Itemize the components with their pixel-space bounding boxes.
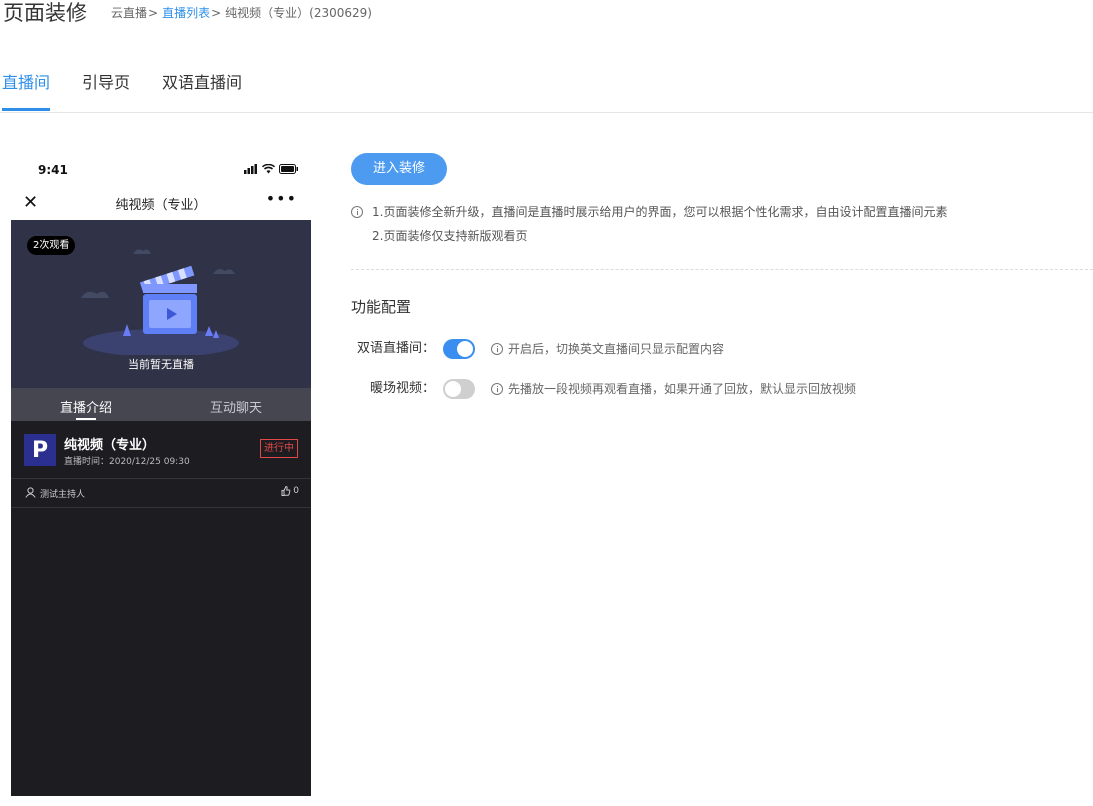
host-row: 测试主持人 0 — [11, 479, 311, 508]
enter-decoration-button[interactable]: 进入装修 — [351, 153, 447, 185]
battery-icon — [279, 164, 298, 174]
config-hint-text: 开启后，切换英文直播间只显示配置内容 — [508, 342, 725, 356]
signal-icon — [244, 164, 257, 174]
phone-tab-intro[interactable]: 直播介绍 — [60, 397, 112, 416]
bilingual-toggle[interactable] — [443, 339, 475, 359]
breadcrumb-item-cloud-live[interactable]: 云直播 — [111, 0, 147, 26]
phone-preview: 9:41 ✕ 纯视频（专业） ••• 2次观看 当前暂无直播 直播介绍 互动聊天… — [11, 153, 311, 796]
info-icon — [491, 343, 503, 355]
breadcrumb-item-current: 纯视频（专业）(2300629) — [225, 6, 372, 20]
wifi-icon — [262, 164, 275, 174]
info-icon — [491, 383, 503, 395]
video-player[interactable]: 2次观看 当前暂无直播 — [11, 220, 311, 388]
toggle-knob — [457, 341, 473, 357]
user-icon — [25, 487, 36, 498]
info-icon — [351, 206, 363, 218]
thumbs-up-icon[interactable] — [281, 486, 291, 496]
tab-guide-page[interactable]: 引导页 — [82, 72, 130, 94]
page-header: 页面装修 云直播 > 直播列表 > 纯视频（专业）(2300629) — [3, 0, 372, 30]
tab-bilingual-live-room[interactable]: 双语直播间 — [162, 72, 242, 94]
view-count-badge: 2次观看 — [27, 236, 76, 255]
live-name: 纯视频（专业） — [64, 438, 156, 453]
live-info-card: P 纯视频（专业） 直播时间：2020/12/25 09:30 进行中 — [11, 421, 311, 479]
more-icon[interactable]: ••• — [266, 189, 297, 208]
breadcrumb-separator: > — [148, 6, 159, 20]
breadcrumb: 云直播 > 直播列表 > 纯视频（专业）(2300629) — [111, 0, 372, 26]
section-divider — [351, 269, 1093, 270]
no-live-message: 当前暂无直播 — [128, 358, 194, 371]
config-hint-text: 先播放一段视频再观看直播，如果开通了回放，默认显示回放视频 — [508, 382, 857, 396]
config-hint-warmup-video: 先播放一段视频再观看直播，如果开通了回放，默认显示回放视频 — [491, 378, 856, 400]
breadcrumb-separator: > — [211, 6, 222, 20]
phone-status-bar: 9:41 — [11, 153, 311, 186]
live-status-badge: 进行中 — [260, 439, 298, 458]
clapperboard-icon — [81, 249, 239, 355]
phone-tab-indicator — [76, 418, 96, 420]
active-tab-indicator — [2, 108, 50, 111]
live-logo: P — [24, 434, 56, 466]
note-line-1: 1.页面装修全新升级，直播间是直播时展示给用户的界面，您可以根据个性化需求，自由… — [372, 205, 948, 219]
page-title: 页面装修 — [3, 1, 87, 25]
host-name: 测试主持人 — [40, 490, 86, 500]
section-title: 功能配置 — [351, 298, 412, 316]
config-label-bilingual: 双语直播间： — [356, 341, 435, 356]
status-icons — [244, 164, 299, 174]
like-count: 0 — [293, 486, 299, 496]
toggle-knob — [445, 381, 461, 397]
note-line-2: 2.页面装修仅支持新版观看页 — [372, 229, 528, 243]
phone-nav-bar: ✕ 纯视频（专业） ••• — [11, 186, 311, 220]
phone-tab-chat[interactable]: 互动聊天 — [210, 397, 262, 416]
breadcrumb-item-live-list[interactable]: 直播列表 — [162, 0, 210, 26]
page-tabs: 直播间 引导页 双语直播间 — [0, 56, 1093, 113]
live-logo-letter: P — [31, 437, 49, 463]
config-label-warmup-video: 暖场视频： — [369, 381, 435, 396]
phone-tabs: 直播介绍 互动聊天 — [11, 388, 311, 421]
live-time: 直播时间：2020/12/25 09:30 — [64, 457, 190, 467]
config-hint-bilingual: 开启后，切换英文直播间只显示配置内容 — [491, 338, 724, 360]
tab-live-room[interactable]: 直播间 — [2, 72, 50, 94]
warmup-video-toggle[interactable] — [443, 379, 475, 399]
status-time: 9:41 — [38, 163, 68, 177]
